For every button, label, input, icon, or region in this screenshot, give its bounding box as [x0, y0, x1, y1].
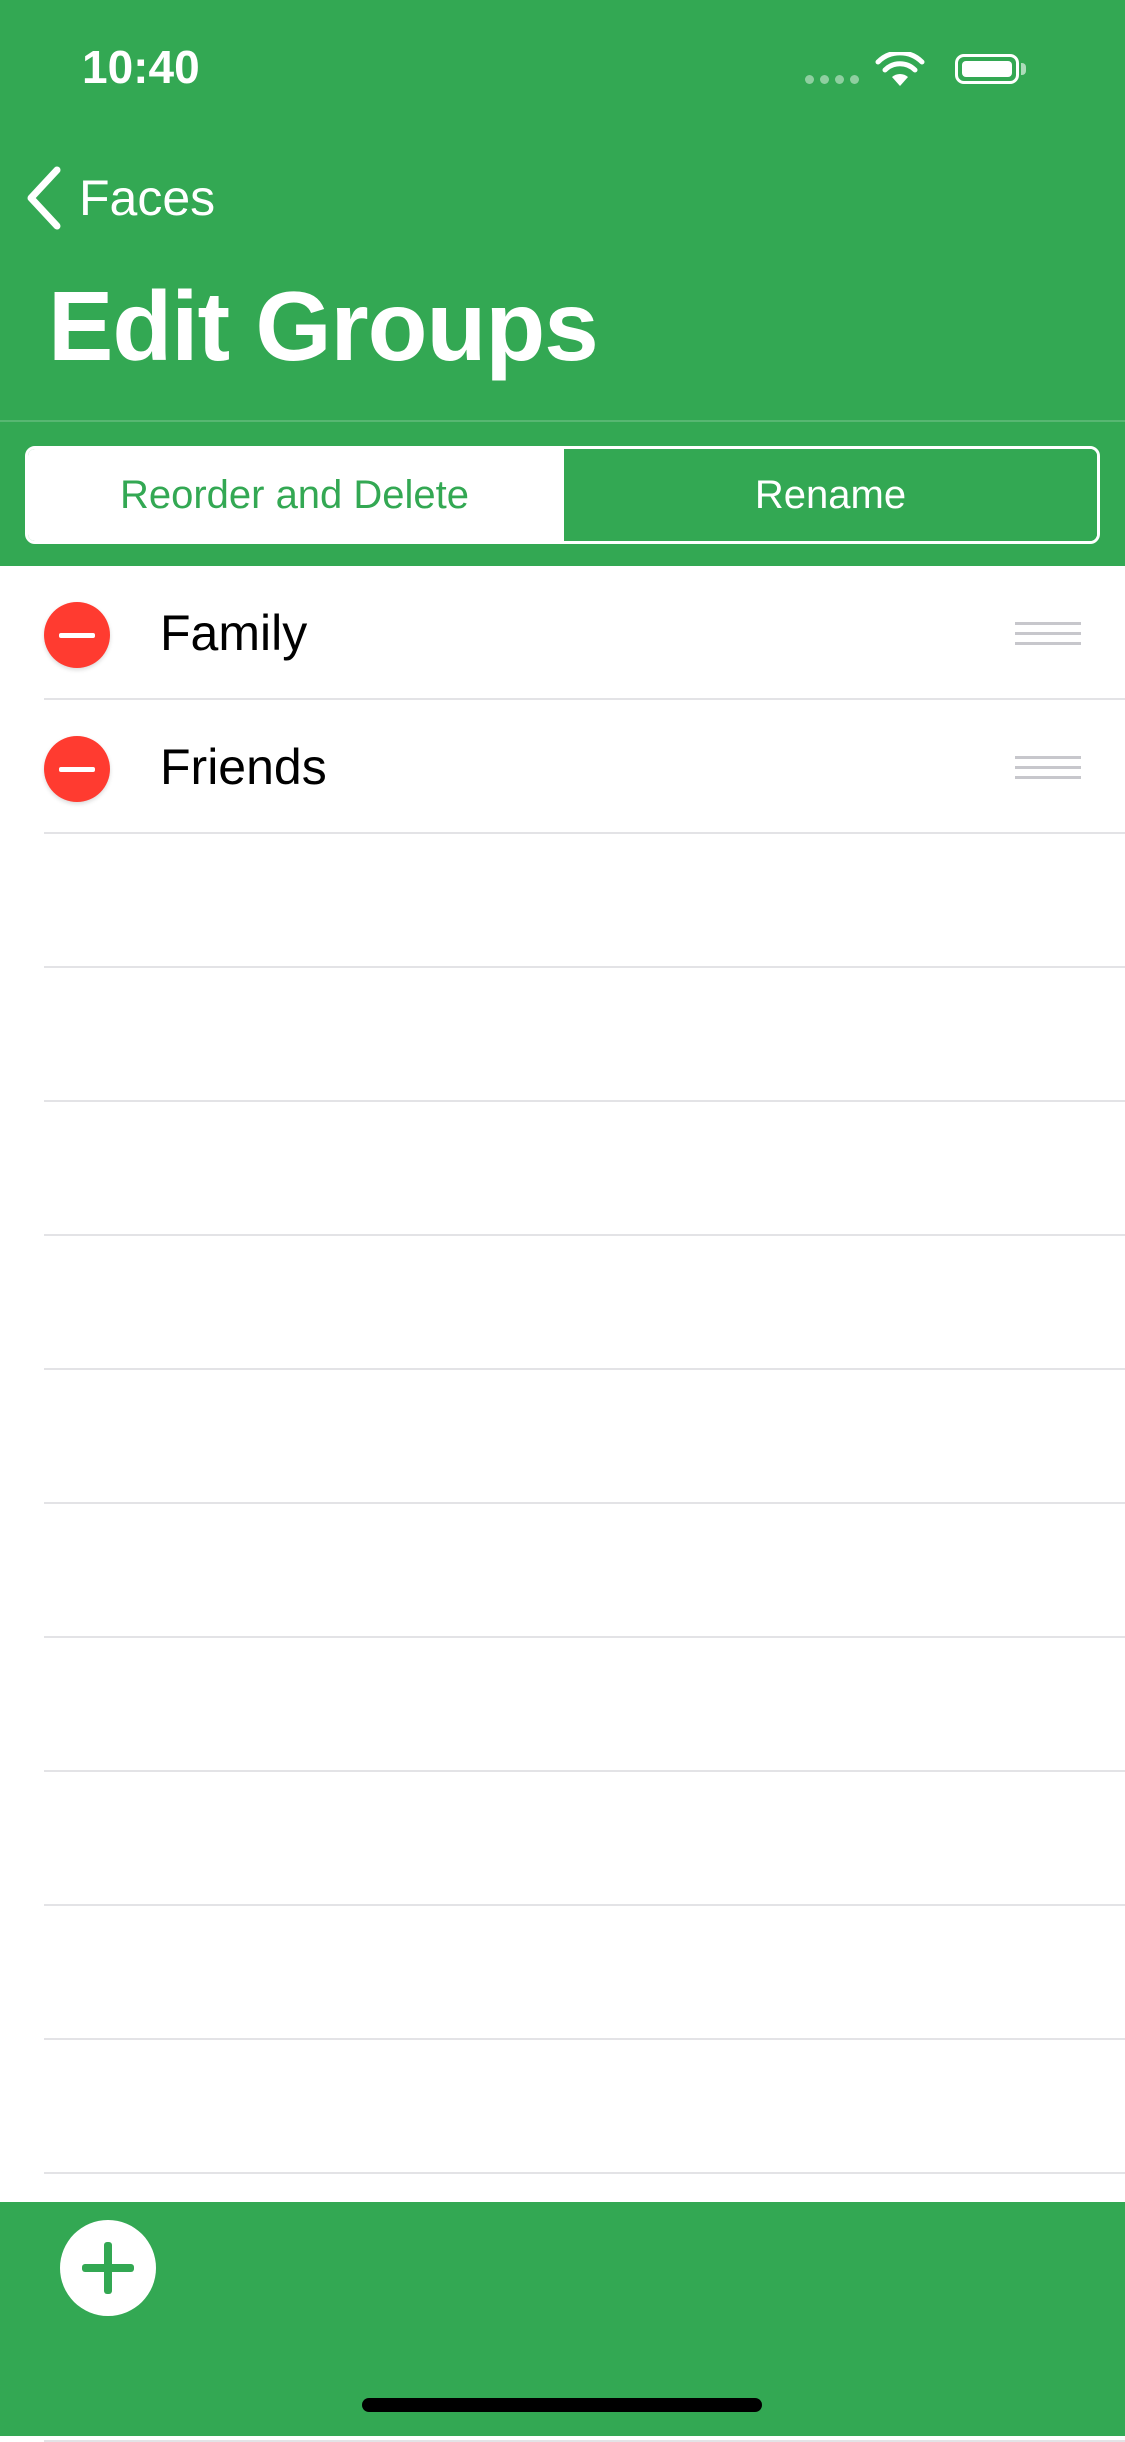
empty-row: [44, 2040, 1125, 2174]
reorder-handle-icon[interactable]: [1015, 622, 1081, 648]
status-icons: [805, 0, 1125, 140]
group-row-family[interactable]: Family: [44, 566, 1125, 700]
wifi-icon: [875, 52, 925, 86]
delete-minus-icon[interactable]: [44, 736, 110, 802]
empty-row: [44, 1504, 1125, 1638]
group-row-friends[interactable]: Friends: [44, 700, 1125, 834]
header-divider: [0, 420, 1125, 422]
empty-row: [44, 1772, 1125, 1906]
group-label: Friends: [160, 739, 327, 795]
groups-list: Family Friends: [0, 566, 1125, 2442]
reorder-handle-icon[interactable]: [1015, 756, 1081, 782]
group-label: Family: [160, 605, 308, 661]
nav-header: 10:40 Faces Edit Groups Reorder and Dele…: [0, 0, 1125, 566]
delete-minus-icon[interactable]: [44, 602, 110, 668]
empty-row: [44, 834, 1125, 968]
plus-icon[interactable]: [60, 2220, 156, 2316]
segment-rename[interactable]: Rename: [561, 449, 1097, 541]
battery-cap: [1021, 63, 1026, 75]
home-indicator: [362, 2398, 762, 2412]
segment-reorder-and-delete[interactable]: Reorder and Delete: [28, 449, 561, 541]
segmented-control: Reorder and Delete Rename: [25, 446, 1100, 544]
chevron-left-icon: [27, 166, 61, 230]
back-button[interactable]: Faces: [25, 163, 215, 233]
status-time: 10:40: [82, 41, 200, 93]
signal-icon: [805, 75, 863, 85]
empty-row: [44, 1638, 1125, 1772]
page-title: Edit Groups: [48, 271, 599, 381]
empty-row: [44, 1370, 1125, 1504]
battery-icon: [955, 54, 1019, 84]
back-label: Faces: [79, 170, 216, 226]
empty-row: [44, 1102, 1125, 1236]
empty-row: [44, 968, 1125, 1102]
empty-row: [44, 1236, 1125, 1370]
empty-row: [44, 1906, 1125, 2040]
